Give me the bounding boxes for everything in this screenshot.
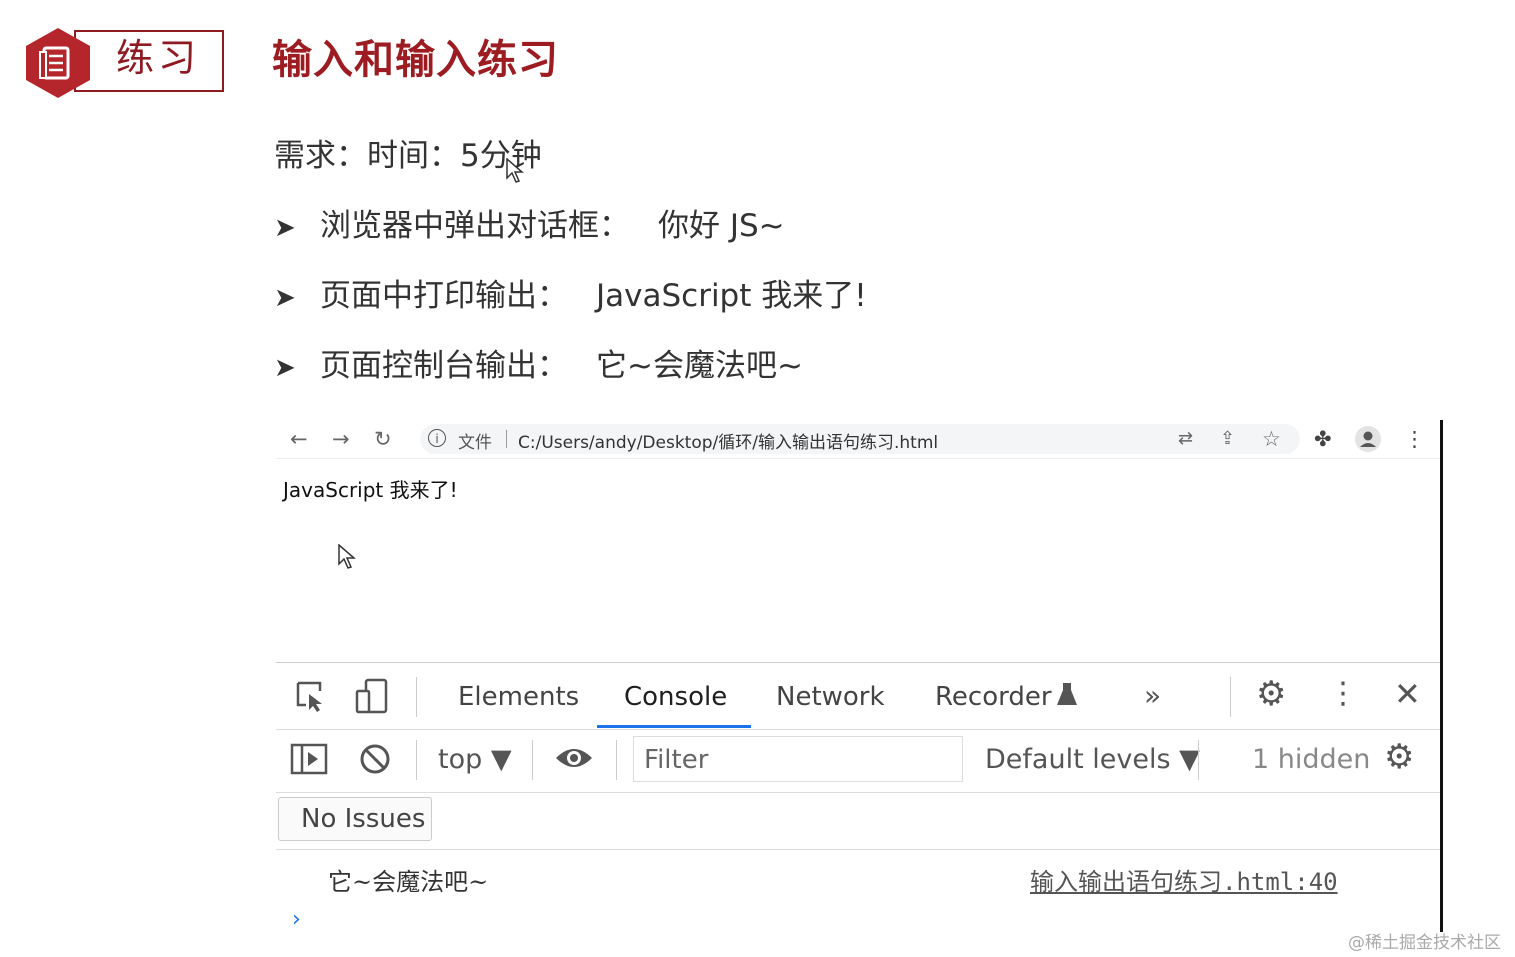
issues-label: No Issues bbox=[301, 804, 426, 834]
filter-input[interactable]: Filter bbox=[633, 736, 963, 782]
mouse-cursor-icon bbox=[506, 158, 524, 183]
slide-title: 输入和输入练习 bbox=[272, 37, 559, 83]
page-output-text: JavaScript 我来了! bbox=[283, 478, 458, 502]
extensions-icon[interactable]: ✤ bbox=[1314, 426, 1332, 452]
browser-toolbar: ← → ↻ i 文件 C:/Users/andy/Desktop/循环/输入输出… bbox=[276, 420, 1442, 459]
watermark: @稀土掘金技术社区 bbox=[1348, 933, 1501, 953]
tab-console[interactable]: Console bbox=[624, 679, 727, 715]
document-icon bbox=[26, 28, 90, 98]
console-message: 它~会魔法吧~ bbox=[328, 868, 489, 896]
window-edge bbox=[1440, 420, 1443, 932]
inspect-element-icon[interactable] bbox=[294, 679, 328, 713]
menu-kebab-icon[interactable]: ⋮ bbox=[1328, 677, 1358, 711]
console-toolbar: top ▼ Filter Default levels ▼ 1 hidden ⚙ bbox=[276, 730, 1442, 793]
issues-button[interactable]: No Issues bbox=[278, 797, 432, 841]
forward-icon[interactable]: → bbox=[332, 426, 350, 452]
profile-avatar-icon[interactable] bbox=[1354, 425, 1382, 453]
reload-icon[interactable]: ↻ bbox=[374, 426, 392, 452]
settings-gear-icon[interactable]: ⚙ bbox=[1256, 677, 1286, 711]
bullet-label: 浏览器中弹出对话框： bbox=[320, 208, 630, 244]
sidebar-toggle-icon[interactable] bbox=[290, 742, 328, 776]
flask-icon bbox=[1057, 683, 1077, 705]
divider bbox=[532, 740, 533, 780]
divider bbox=[416, 677, 417, 717]
divider bbox=[616, 740, 617, 780]
file-label: 文件 bbox=[458, 433, 492, 453]
info-icon[interactable]: i bbox=[428, 429, 446, 447]
log-levels-dropdown[interactable]: Default levels ▼ bbox=[985, 744, 1200, 775]
bullet-value: JavaScript 我来了! bbox=[596, 278, 867, 314]
mouse-cursor-icon bbox=[338, 544, 356, 569]
divider bbox=[506, 430, 507, 448]
devtools-panel: Elements Console Network Recorder » ⚙ ⋮ … bbox=[276, 662, 1442, 932]
bullet-item: ➤ 页面控制台输出： 它~会魔法吧~ bbox=[274, 344, 803, 390]
clear-console-icon[interactable] bbox=[358, 742, 392, 776]
bullet-value: 它~会魔法吧~ bbox=[596, 348, 803, 384]
filter-placeholder: Filter bbox=[644, 745, 709, 775]
arrow-bullet-icon: ➤ bbox=[274, 283, 296, 313]
more-tabs-chevron-icon[interactable]: » bbox=[1144, 679, 1161, 713]
console-prompt-icon[interactable]: › bbox=[292, 907, 301, 932]
arrow-bullet-icon: ➤ bbox=[274, 353, 296, 383]
exercise-badge: 练习 bbox=[24, 26, 224, 98]
bookmark-star-icon[interactable]: ☆ bbox=[1262, 426, 1281, 452]
hidden-count: 1 hidden bbox=[1252, 744, 1371, 775]
requirement-text: 需求：时间：5分钟 bbox=[274, 138, 542, 174]
source-link[interactable]: 输入输出语句练习.html:40 bbox=[1030, 862, 1338, 897]
bullet-label: 页面中打印输出： bbox=[320, 278, 568, 314]
device-toolbar-icon[interactable] bbox=[354, 677, 390, 715]
console-log-row: 它~会魔法吧~ 输入输出语句练习.html:40 bbox=[276, 849, 1442, 900]
tab-network[interactable]: Network bbox=[776, 679, 885, 715]
address-bar[interactable]: i 文件 C:/Users/andy/Desktop/循环/输入输出语句练习.h… bbox=[420, 424, 1300, 454]
close-icon[interactable]: ✕ bbox=[1394, 677, 1421, 711]
divider bbox=[416, 740, 417, 780]
browser-window: ← → ↻ i 文件 C:/Users/andy/Desktop/循环/输入输出… bbox=[276, 420, 1442, 932]
tab-recorder[interactable]: Recorder bbox=[935, 679, 1052, 715]
divider bbox=[1198, 740, 1199, 780]
back-icon[interactable]: ← bbox=[290, 426, 308, 452]
translate-icon[interactable]: ⇄ bbox=[1178, 426, 1193, 452]
page-content: JavaScript 我来了! bbox=[276, 460, 1442, 660]
bullet-item: ➤ 浏览器中弹出对话框： 你好 JS~ bbox=[274, 204, 785, 250]
devtools-tabbar: Elements Console Network Recorder » ⚙ ⋮ … bbox=[276, 663, 1442, 730]
bullet-value: 你好 JS~ bbox=[658, 208, 785, 244]
divider bbox=[1230, 677, 1231, 717]
arrow-bullet-icon: ➤ bbox=[274, 213, 296, 243]
console-settings-gear-icon[interactable]: ⚙ bbox=[1384, 740, 1414, 774]
active-tab-indicator bbox=[597, 725, 751, 728]
bullet-item: ➤ 页面中打印输出： JavaScript 我来了! bbox=[274, 274, 867, 320]
url-text[interactable]: C:/Users/andy/Desktop/循环/输入输出语句练习.html bbox=[518, 428, 938, 453]
tab-elements[interactable]: Elements bbox=[458, 679, 579, 715]
context-selector[interactable]: top ▼ bbox=[438, 744, 512, 775]
share-icon[interactable]: ⇪ bbox=[1220, 426, 1235, 452]
bullet-label: 页面控制台输出： bbox=[320, 348, 568, 384]
badge-label: 练习 bbox=[116, 36, 201, 80]
eye-icon[interactable] bbox=[554, 744, 594, 772]
menu-kebab-icon[interactable]: ⋮ bbox=[1404, 426, 1425, 452]
